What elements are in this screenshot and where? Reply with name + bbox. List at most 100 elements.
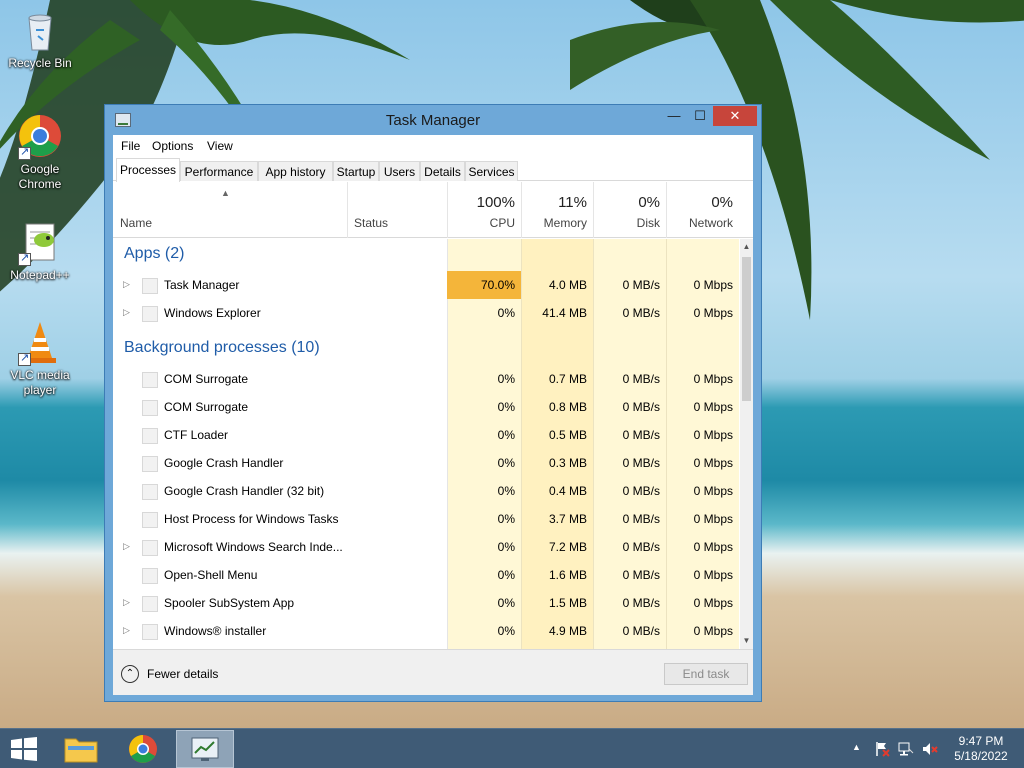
- scroll-down-arrow-icon[interactable]: ▼: [740, 633, 753, 649]
- tab-app-history[interactable]: App history: [258, 161, 333, 181]
- memory-total-percent: 11%: [558, 194, 587, 211]
- table-row[interactable]: ▷ Spooler SubSystem App 0% 1.5 MB 0 MB/s 0 Mb…: [113, 589, 739, 617]
- process-icon: [142, 484, 158, 500]
- expand-arrow-icon[interactable]: ▷: [123, 307, 130, 318]
- memory-value: 0.5 MB: [548, 428, 587, 442]
- taskbar-clock[interactable]: 9:47 PM 5/18/2022: [948, 734, 1014, 764]
- close-button[interactable]: ✕: [713, 106, 757, 126]
- start-button[interactable]: [10, 737, 38, 761]
- taskbar: ▲ 9:47 PM 5/18/2022: [0, 728, 1024, 768]
- memory-value: 0.4 MB: [548, 484, 587, 498]
- column-header-disk[interactable]: 0% Disk: [593, 182, 666, 238]
- cpu-value: 0%: [497, 512, 515, 526]
- table-row[interactable]: ▷ Task Manager 70.0% 4.0 MB 0 MB/s 0 Mbps: [113, 271, 739, 299]
- process-name: CTF Loader: [164, 428, 229, 442]
- maximize-button[interactable]: ☐: [687, 106, 713, 126]
- sort-ascending-icon: ▲: [221, 188, 230, 198]
- tab-startup[interactable]: Startup: [333, 161, 379, 181]
- fewer-details-link[interactable]: Fewer details: [147, 667, 218, 681]
- process-icon: [142, 428, 158, 444]
- column-header-cpu[interactable]: 100% CPU: [447, 182, 521, 238]
- desktop-icon-vlc-media-player[interactable]: VLC media player: [0, 318, 80, 398]
- desktop-icon-google-chrome[interactable]: Google Chrome: [0, 112, 80, 192]
- table-row[interactable]: CTF Loader 0% 0.5 MB 0 MB/s 0 Mbps: [113, 421, 739, 449]
- network-value: 0 Mbps: [693, 278, 733, 292]
- show-hidden-icons-icon[interactable]: ▲: [852, 742, 861, 752]
- memory-value: 4.0 MB: [548, 278, 587, 292]
- expand-arrow-icon[interactable]: ▷: [123, 541, 130, 552]
- volume-muted-icon[interactable]: [922, 741, 938, 757]
- desktop-icon-recycle-bin[interactable]: Recycle Bin: [0, 6, 80, 71]
- column-header-network[interactable]: 0% Network: [666, 182, 753, 238]
- tab-services[interactable]: Services: [465, 161, 518, 181]
- task-manager-window: Task Manager — ☐ ✕ File Options View Pro…: [104, 104, 762, 702]
- table-row[interactable]: Host Process for Windows Tasks 0% 3.7 MB 0 …: [113, 505, 739, 533]
- column-header-name[interactable]: ▲ Name: [113, 182, 347, 238]
- column-header-memory[interactable]: 11% Memory: [521, 182, 593, 238]
- table-row[interactable]: ▷ Windows® installer 0% 4.9 MB 0 MB/s 0 Mbps: [113, 617, 739, 645]
- tab-performance[interactable]: Performance: [180, 161, 258, 181]
- network-icon[interactable]: [898, 741, 914, 757]
- tab-processes[interactable]: Processes: [116, 158, 180, 182]
- memory-value: 0.8 MB: [548, 400, 587, 414]
- desktop-icon-notepad-plus-plus[interactable]: Notepad++: [0, 218, 80, 283]
- expand-arrow-icon[interactable]: ▷: [123, 625, 130, 636]
- shortcut-arrow-icon: [18, 145, 31, 160]
- memory-value: 1.5 MB: [548, 596, 587, 610]
- group-header: Background processes (10): [113, 333, 739, 361]
- table-row[interactable]: Google Crash Handler (32 bit) 0% 0.4 MB 0 M…: [113, 477, 739, 505]
- end-task-button[interactable]: End task: [664, 663, 748, 685]
- scroll-thumb[interactable]: [742, 257, 751, 401]
- taskbar-chrome[interactable]: [114, 730, 172, 768]
- tab-users[interactable]: Users: [379, 161, 420, 181]
- disk-value: 0 MB/s: [622, 540, 660, 554]
- chevron-up-circle-icon[interactable]: ⌃: [121, 665, 139, 683]
- tab-details[interactable]: Details: [420, 161, 465, 181]
- cpu-value: 70.0%: [447, 271, 521, 299]
- process-icon: [142, 278, 158, 294]
- memory-value: 7.2 MB: [548, 540, 587, 554]
- network-value: 0 Mbps: [693, 456, 733, 470]
- network-value: 0 Mbps: [693, 372, 733, 386]
- table-row[interactable]: Google Crash Handler 0% 0.3 MB 0 MB/s 0 Mbps: [113, 449, 739, 477]
- disk-value: 0 MB/s: [622, 484, 660, 498]
- column-header-status[interactable]: Status: [347, 182, 447, 238]
- process-table: ▲ Name Status 100% CPU 11% Memory 0% Dis…: [113, 182, 753, 649]
- menu-options[interactable]: Options: [152, 139, 193, 153]
- taskbar-task-manager[interactable]: [176, 730, 234, 768]
- table-row[interactable]: ▷ Microsoft Windows Search Inde... 0% 7.2 M…: [113, 533, 739, 561]
- vertical-scrollbar[interactable]: ▲ ▼: [740, 239, 753, 649]
- process-icon: [142, 512, 158, 528]
- disk-value: 0 MB/s: [622, 306, 660, 320]
- menu-view[interactable]: View: [207, 139, 233, 153]
- cpu-value: 0%: [497, 540, 515, 554]
- column-label: Status: [354, 216, 389, 230]
- memory-value: 0.7 MB: [548, 372, 587, 386]
- process-icon: [142, 372, 158, 388]
- process-name: Open-Shell Menu: [164, 568, 258, 582]
- scroll-up-arrow-icon[interactable]: ▲: [740, 239, 753, 255]
- process-icon: [142, 306, 158, 322]
- cpu-value: 0%: [497, 596, 515, 610]
- window-footer: ⌃ Fewer details End task: [113, 649, 753, 695]
- table-row[interactable]: COM Surrogate 0% 0.7 MB 0 MB/s 0 Mbps: [113, 365, 739, 393]
- expand-arrow-icon[interactable]: ▷: [123, 597, 130, 608]
- table-row[interactable]: Open-Shell Menu 0% 1.6 MB 0 MB/s 0 Mbps: [113, 561, 739, 589]
- disk-value: 0 MB/s: [622, 624, 660, 638]
- cpu-value: 0%: [497, 568, 515, 582]
- menu-file[interactable]: File: [121, 139, 140, 153]
- network-value: 0 Mbps: [693, 400, 733, 414]
- shortcut-arrow-icon: [18, 351, 31, 366]
- process-name: COM Surrogate: [164, 400, 249, 414]
- disk-value: 0 MB/s: [622, 512, 660, 526]
- desktop-icon-label: Recycle Bin: [8, 56, 72, 70]
- minimize-button[interactable]: —: [661, 106, 687, 126]
- table-row[interactable]: ▷ Windows Explorer 0% 41.4 MB 0 MB/s 0 Mbps: [113, 299, 739, 327]
- cpu-value: 0%: [497, 624, 515, 638]
- taskbar-file-explorer[interactable]: [52, 730, 110, 768]
- table-row[interactable]: COM Surrogate 0% 0.8 MB 0 MB/s 0 Mbps: [113, 393, 739, 421]
- title-bar[interactable]: Task Manager — ☐ ✕: [105, 105, 761, 135]
- network-value: 0 Mbps: [693, 484, 733, 498]
- action-center-flag-icon[interactable]: [874, 741, 890, 757]
- expand-arrow-icon[interactable]: ▷: [123, 279, 130, 290]
